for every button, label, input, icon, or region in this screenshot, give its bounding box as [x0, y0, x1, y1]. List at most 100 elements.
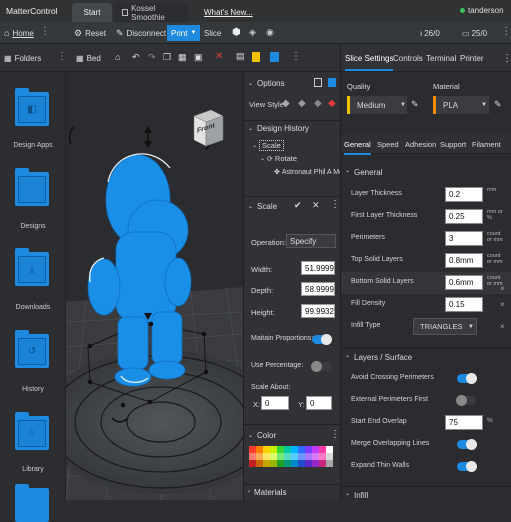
undo-icon[interactable]: ↶ — [132, 52, 140, 63]
setting-input[interactable]: 0.6mm — [445, 275, 483, 290]
folder-more[interactable] — [15, 482, 49, 522]
tab-speed[interactable]: Speed — [377, 140, 399, 149]
depth-input[interactable]: 58.9999 — [301, 282, 335, 296]
printer-menu-icon[interactable]: ⋮ — [501, 26, 511, 37]
bed-temp[interactable]: ▭ 25/0 — [462, 26, 487, 40]
color-swatch[interactable] — [291, 460, 298, 467]
tab-general[interactable]: General — [344, 140, 371, 155]
tab-controls[interactable]: Controls — [393, 54, 423, 63]
setting-toggle[interactable] — [456, 395, 476, 406]
color-swatch[interactable] — [263, 453, 270, 460]
folders-dropdown[interactable]: ▦ Folders — [4, 51, 41, 65]
color-swatch[interactable] — [270, 460, 277, 467]
color-swatch[interactable] — [326, 460, 333, 467]
reset-button[interactable]: ⚙ Reset — [74, 26, 106, 40]
eye-icon[interactable]: ◉ — [266, 27, 274, 38]
tab-slice-settings[interactable]: Slice Settings — [345, 54, 394, 71]
view-cube[interactable]: Front — [191, 108, 225, 148]
scale-header[interactable]: ⌄ Scale ✔ ✕ ⋮ — [244, 197, 341, 215]
folder-design-apps[interactable]: ◧ — [15, 86, 49, 126]
more-icon[interactable]: ⋮ — [291, 51, 301, 62]
color-swatch[interactable] — [263, 446, 270, 453]
color-swatch[interactable] — [284, 453, 291, 460]
color-header[interactable]: ⌄ Color ⋮ — [244, 425, 341, 445]
color-swatch[interactable] — [256, 460, 263, 467]
quality-select[interactable]: Medium ▼ — [347, 96, 407, 114]
layers-surface-header[interactable]: ⌄ Layers / Surface — [341, 347, 511, 365]
tab-support[interactable]: Support — [440, 140, 466, 149]
color-swatch[interactable] — [277, 460, 284, 467]
material-select[interactable]: PLA ▼ — [433, 96, 489, 114]
cancel-icon[interactable]: ✕ — [312, 200, 320, 211]
operation-select[interactable]: Specify — [286, 234, 336, 248]
scale-about-x-input[interactable]: 0 — [261, 396, 289, 410]
tab-terminal[interactable]: Terminal — [426, 54, 456, 63]
delete-icon[interactable]: ✕ — [215, 51, 223, 62]
color-swatch[interactable] — [312, 460, 319, 467]
align-icon[interactable]: ▦ — [178, 52, 187, 63]
tab-kossel-smoothie[interactable]: Kossel Smoothie — [114, 3, 188, 22]
user-menu[interactable]: tanderson — [460, 6, 504, 15]
color-swatch[interactable] — [249, 446, 256, 453]
edit-material-icon[interactable]: ✎ — [494, 99, 502, 110]
history-item-scale[interactable]: ⌄ Scale — [252, 140, 284, 151]
setting-input[interactable]: 0.2 — [445, 187, 483, 202]
copy-icon[interactable]: ❐ — [163, 52, 171, 63]
infill-type-select[interactable]: TRIANGLES ▼ — [413, 318, 477, 335]
color-swatch[interactable] — [305, 460, 312, 467]
color-swatch[interactable] — [284, 460, 291, 467]
hotend-temp[interactable]: ı 26/0 — [420, 26, 440, 40]
save-icon[interactable]: ▤ — [236, 51, 245, 62]
outlines-style-icon[interactable]: ◆ — [298, 98, 306, 109]
width-input[interactable]: 51.9999 — [301, 261, 335, 275]
tab-start[interactable]: Start — [72, 3, 112, 22]
scale-about-y-input[interactable]: 0 — [306, 396, 332, 410]
folder-library[interactable]: ⌂ — [15, 410, 49, 450]
tab-filament[interactable]: Filament — [472, 140, 501, 149]
apply-icon[interactable]: ✔ — [294, 200, 302, 211]
layers-icon[interactable] — [270, 52, 279, 62]
shaded-style-icon[interactable]: ◆ — [282, 98, 290, 109]
tab-whats-new[interactable]: What's New... — [196, 3, 261, 22]
layout-icon[interactable] — [314, 78, 322, 87]
color-swatch[interactable] — [291, 453, 298, 460]
use-percentage-toggle[interactable] — [311, 361, 331, 372]
redo-icon[interactable]: ↷ — [148, 52, 156, 63]
home-view-icon[interactable]: ⌂ — [115, 52, 120, 62]
setting-toggle[interactable] — [457, 373, 477, 384]
color-swatch[interactable] — [291, 446, 298, 453]
color-swatch[interactable] — [249, 453, 256, 460]
color-swatch[interactable] — [319, 453, 326, 460]
more-menu-icon[interactable]: ⋮ — [40, 26, 50, 37]
options-header[interactable]: ⌄ Options — [244, 76, 341, 90]
3d-viewport[interactable]: Front — [66, 72, 243, 500]
color-swatch[interactable] — [326, 453, 333, 460]
overhang-style-icon[interactable]: ◆ — [328, 98, 336, 109]
disconnect-button[interactable]: ✎ Disconnect — [116, 26, 166, 40]
design-history-header[interactable]: ⌄ Design History — [244, 121, 341, 135]
tab-adhesion[interactable]: Adhesion — [405, 140, 436, 149]
general-header[interactable]: ⌄ General — [341, 164, 511, 182]
folder-history[interactable]: ↺ — [15, 328, 49, 368]
color-swatch[interactable] — [263, 460, 270, 467]
color-swatch[interactable] — [277, 453, 284, 460]
setting-input[interactable]: 75 — [445, 415, 483, 430]
cube-icon[interactable]: ⬢ — [232, 27, 241, 38]
color-swatch[interactable] — [326, 446, 333, 453]
settings-menu-icon[interactable]: ⋮ — [502, 53, 511, 64]
bed-dropdown[interactable]: ▦ Bed — [76, 51, 101, 65]
color-swatch[interactable] — [298, 460, 305, 467]
layout-active-icon[interactable] — [328, 78, 336, 87]
home-button[interactable]: ⌂ Home — [4, 26, 34, 40]
setting-toggle[interactable] — [457, 461, 477, 472]
reset-setting-icon[interactable]: × — [500, 284, 505, 293]
materials-header[interactable]: › Materials — [244, 485, 341, 499]
color-swatch[interactable] — [298, 453, 305, 460]
color-menu-icon[interactable]: ⋮ — [330, 429, 340, 440]
reset-setting-icon[interactable]: × — [500, 300, 505, 309]
reset-setting-icon[interactable]: × — [500, 322, 505, 331]
color-swatch[interactable] — [319, 460, 326, 467]
tab-printer[interactable]: Printer — [460, 54, 484, 63]
edit-quality-icon[interactable]: ✎ — [411, 99, 419, 110]
library-menu-icon[interactable]: ⋮ — [57, 51, 67, 62]
